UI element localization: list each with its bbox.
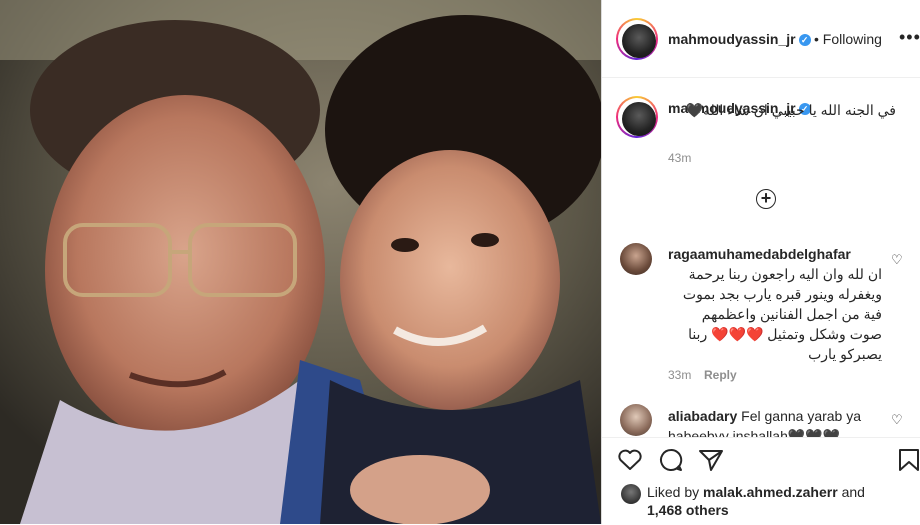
comments-scroll-area[interactable]: mahmoudyassin_jr ✓ في الجنه الله يا حبيبي… bbox=[602, 78, 920, 437]
comment-icon[interactable] bbox=[658, 448, 684, 472]
add-circle-icon[interactable]: + bbox=[756, 189, 776, 209]
comment-item: aliabadary Fel ganna yarab ya habeebyy i… bbox=[668, 406, 882, 437]
author-username[interactable]: mahmoudyassin_jr bbox=[668, 31, 796, 47]
heart-icon[interactable] bbox=[617, 448, 643, 472]
comment-username[interactable]: ragaamuhamedabdelghafar bbox=[668, 244, 882, 264]
liker-avatar[interactable] bbox=[621, 484, 641, 504]
likes-suffix: and bbox=[841, 484, 865, 500]
likes-others[interactable]: 1,468 others bbox=[647, 502, 729, 518]
post-image bbox=[0, 0, 601, 524]
author-username-row[interactable]: mahmoudyassin_jr ✓ bbox=[668, 31, 811, 47]
post-photo[interactable] bbox=[0, 0, 601, 524]
follow-status[interactable]: • Following bbox=[814, 31, 882, 47]
post-sidebar: mahmoudyassin_jr ✓ • Following ••• mahmou… bbox=[601, 0, 920, 525]
following-button[interactable]: Following bbox=[823, 31, 882, 47]
bookmark-icon[interactable] bbox=[898, 448, 920, 472]
comment-username[interactable]: aliabadary bbox=[668, 408, 737, 424]
comment-item: ragaamuhamedabdelghafar ان لله وان اليه … bbox=[668, 244, 882, 364]
verified-icon: ✓ bbox=[798, 34, 811, 46]
comment-like-heart-icon[interactable]: ♡ bbox=[891, 412, 903, 428]
author-avatar[interactable] bbox=[616, 18, 658, 60]
more-options-icon[interactable]: ••• bbox=[899, 28, 920, 46]
likes-user[interactable]: malak.ahmed.zaherr bbox=[703, 484, 838, 500]
post-header: mahmoudyassin_jr ✓ • Following ••• bbox=[602, 0, 920, 78]
commenter-avatar[interactable] bbox=[620, 243, 652, 275]
comment-timestamp: 33m bbox=[668, 368, 692, 382]
caption-timestamp: 43m bbox=[668, 151, 692, 165]
commenter-avatar[interactable] bbox=[620, 404, 652, 436]
caption-text: في الجنه الله يا حبيبي ان شاء الله🖤 bbox=[685, 102, 896, 118]
likes-summary: Liked by malak.ahmed.zaherr and 1,468 ot… bbox=[647, 483, 912, 519]
share-icon[interactable] bbox=[698, 448, 724, 472]
caption-author-avatar[interactable] bbox=[616, 96, 658, 138]
post-actions-bar: Liked by malak.ahmed.zaherr and 1,468 ot… bbox=[602, 437, 920, 525]
comment-body: ان لله وان اليه راجعون ربنا يرحمة ويغفرل… bbox=[682, 266, 882, 362]
comment-like-heart-icon[interactable]: ♡ bbox=[891, 252, 903, 268]
reply-button[interactable]: Reply bbox=[704, 368, 737, 382]
likes-prefix: Liked by bbox=[647, 484, 700, 500]
